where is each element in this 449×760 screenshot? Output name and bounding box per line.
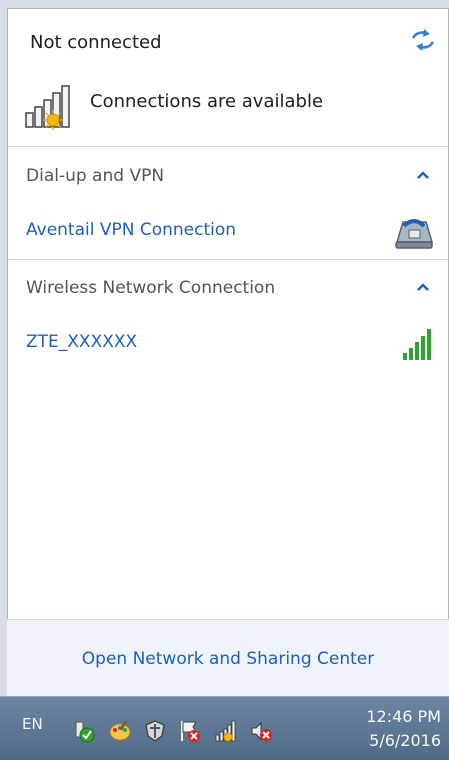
clock-date: 5/6/2016: [369, 731, 441, 750]
security-shield-icon[interactable]: [143, 719, 167, 743]
chevron-up-icon[interactable]: [416, 170, 430, 180]
refresh-icon[interactable]: [410, 29, 436, 51]
status-subtitle: Connections are available: [90, 91, 324, 112]
wifi-signal-icon: [403, 329, 431, 360]
vpn-connection-item[interactable]: Aventail VPN Connection: [26, 220, 236, 240]
system-clock[interactable]: 12:46 PM 5/6/2016: [351, 705, 441, 753]
divider: [8, 259, 448, 260]
chevron-up-icon[interactable]: [416, 282, 430, 292]
network-icon[interactable]: [214, 719, 238, 743]
taskbar: EN 12:46 PM 5/6/2016: [0, 696, 449, 760]
network-flyout: Not connected Connections are available …: [7, 8, 449, 696]
divider: [8, 146, 448, 147]
language-indicator[interactable]: EN: [22, 715, 43, 733]
phone-modem-icon: [395, 219, 434, 249]
volume-muted-icon[interactable]: [249, 719, 273, 743]
action-center-flag-icon[interactable]: [178, 719, 202, 743]
section-header-wireless: Wireless Network Connection: [26, 278, 276, 298]
paint-icon[interactable]: [108, 719, 132, 743]
status-title: Not connected: [30, 32, 162, 53]
section-header-dialup-vpn: Dial-up and VPN: [26, 166, 165, 186]
clock-time: 12:46 PM: [366, 707, 441, 726]
network-available-icon: [25, 85, 70, 130]
open-network-sharing-center-link[interactable]: Open Network and Sharing Center: [7, 649, 449, 669]
connection-status: Not connected Connections are available: [8, 9, 448, 157]
wifi-network-item[interactable]: ZTE_XXXXXX: [26, 332, 137, 352]
usb-safe-remove-icon[interactable]: [72, 719, 96, 743]
flyout-footer: Open Network and Sharing Center: [7, 619, 449, 696]
